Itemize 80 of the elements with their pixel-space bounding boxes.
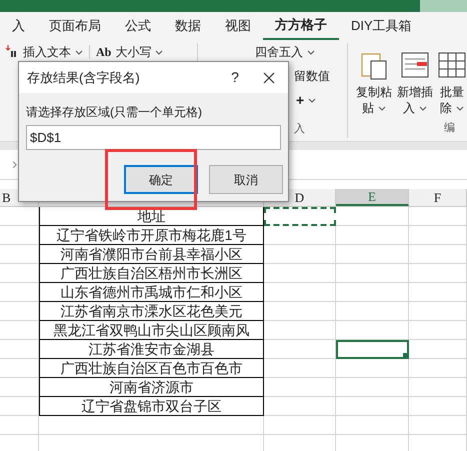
sheet-cell [264, 416, 336, 435]
sheet-cell [0, 226, 39, 245]
sheet-cell [0, 302, 39, 321]
sheet-cell[interactable] [336, 226, 409, 245]
sheet-cell[interactable] [336, 359, 409, 378]
caret-icon [75, 50, 83, 54]
sheet-cell [409, 359, 467, 378]
sheet-cell[interactable] [336, 207, 409, 226]
sheet-cell [409, 283, 467, 302]
address-cell: 辽宁省铁岭市开原市梅花鹿1号 [39, 226, 264, 245]
range-field[interactable]: $D$1 [26, 125, 281, 150]
sheet-cell[interactable] [336, 397, 409, 416]
caret-icon [307, 50, 315, 54]
caret-icon [308, 98, 316, 102]
sheet-cell[interactable] [336, 378, 409, 397]
caret-icon [155, 50, 164, 54]
sheet-cell [409, 226, 467, 245]
ribbon-tab[interactable]: 公式 [113, 12, 163, 40]
column-header[interactable]: E [368, 186, 376, 206]
sheet-cell [409, 264, 467, 283]
dialog-title: 存放结果(含字段名) [27, 68, 141, 87]
dialog-button[interactable]: 取消 [209, 165, 283, 194]
ribbon-tab[interactable]: DIY工具箱 [339, 12, 424, 40]
address-cell: 广西壮族自治区百色市百色市 [39, 359, 264, 378]
close-icon[interactable] [263, 72, 275, 84]
group-label: 入 [294, 122, 306, 137]
address-cell: 广西壮族自治区梧州市长洲区 [39, 264, 264, 283]
ribbon-tab[interactable]: 入 [0, 12, 37, 40]
address-cell: 地址 [39, 207, 264, 226]
group-label: 编 [444, 121, 455, 136]
address-cell: 黑龙江省双鸭山市尖山区顾南风 [39, 321, 264, 340]
table-row-icon [400, 50, 430, 80]
help-button[interactable]: ? [220, 67, 250, 88]
selected-cell[interactable] [336, 340, 409, 359]
caret-icon [419, 106, 427, 110]
sheet-cell [409, 340, 467, 359]
sheet-cell [0, 245, 39, 264]
ribbon-tab[interactable]: 页面布局 [37, 12, 113, 40]
sheet-cell[interactable] [336, 321, 409, 340]
sheet-cell [0, 359, 39, 378]
prompt-label: 请选择存放区域(只需一个单元格) [26, 104, 203, 121]
sheet-cell[interactable] [336, 245, 409, 264]
dialog-button[interactable]: 确定 [124, 165, 198, 194]
ribbon-button[interactable]: 新增插 入 [397, 50, 433, 141]
ribbon-tab[interactable]: 视图 [213, 12, 263, 40]
sheet-cell [0, 340, 39, 359]
caret-icon [378, 106, 386, 110]
sheet-cell [0, 378, 39, 397]
column-header[interactable]: D [294, 188, 304, 208]
case-button[interactable]: Ab 大小写 [96, 45, 164, 59]
address-cell: 江苏省淮安市金湖县 [39, 340, 264, 359]
insert-text-button[interactable]: 插入文本 [23, 45, 83, 59]
sheet-cell [409, 397, 467, 416]
column-header[interactable]: B [2, 188, 11, 208]
sheet-cell [0, 321, 39, 340]
sheet-cell [409, 416, 467, 435]
address-cell: 辽宁省盘锦市双台子区 [39, 397, 264, 416]
address-cell: 河南省濮阳市台前县幸福小区 [39, 245, 264, 264]
sheet-cell [0, 416, 39, 435]
sheet-cell [0, 264, 39, 283]
address-cell: 河南省济源市 [39, 378, 264, 397]
keep-values-label[interactable]: 留数值 [294, 67, 347, 83]
sheet-cell [409, 302, 467, 321]
sheet-cell[interactable] [336, 264, 409, 283]
address-cell: 江苏省南京市溧水区花色美元 [39, 302, 264, 321]
insert-icon[interactable] [5, 45, 17, 57]
plus-button[interactable]: + [296, 91, 347, 109]
round-button[interactable]: 四舍五入 [255, 45, 347, 59]
ribbon-button[interactable]: 复制粘 贴 [356, 50, 392, 141]
sheet-cell [0, 397, 39, 416]
sheet-cell [409, 245, 467, 264]
sheet-cell [409, 378, 467, 397]
column-header[interactable]: F [434, 188, 442, 208]
ribbon-tab[interactable]: 数据 [163, 12, 213, 40]
caret-icon [456, 106, 464, 110]
sheet-cell[interactable] [336, 283, 409, 302]
address-cell: 山东省德州市禹城市仁和小区 [39, 283, 264, 302]
sheet-cell[interactable] [336, 302, 409, 321]
sheet-cell [0, 283, 39, 302]
sheet-cell [409, 321, 467, 340]
